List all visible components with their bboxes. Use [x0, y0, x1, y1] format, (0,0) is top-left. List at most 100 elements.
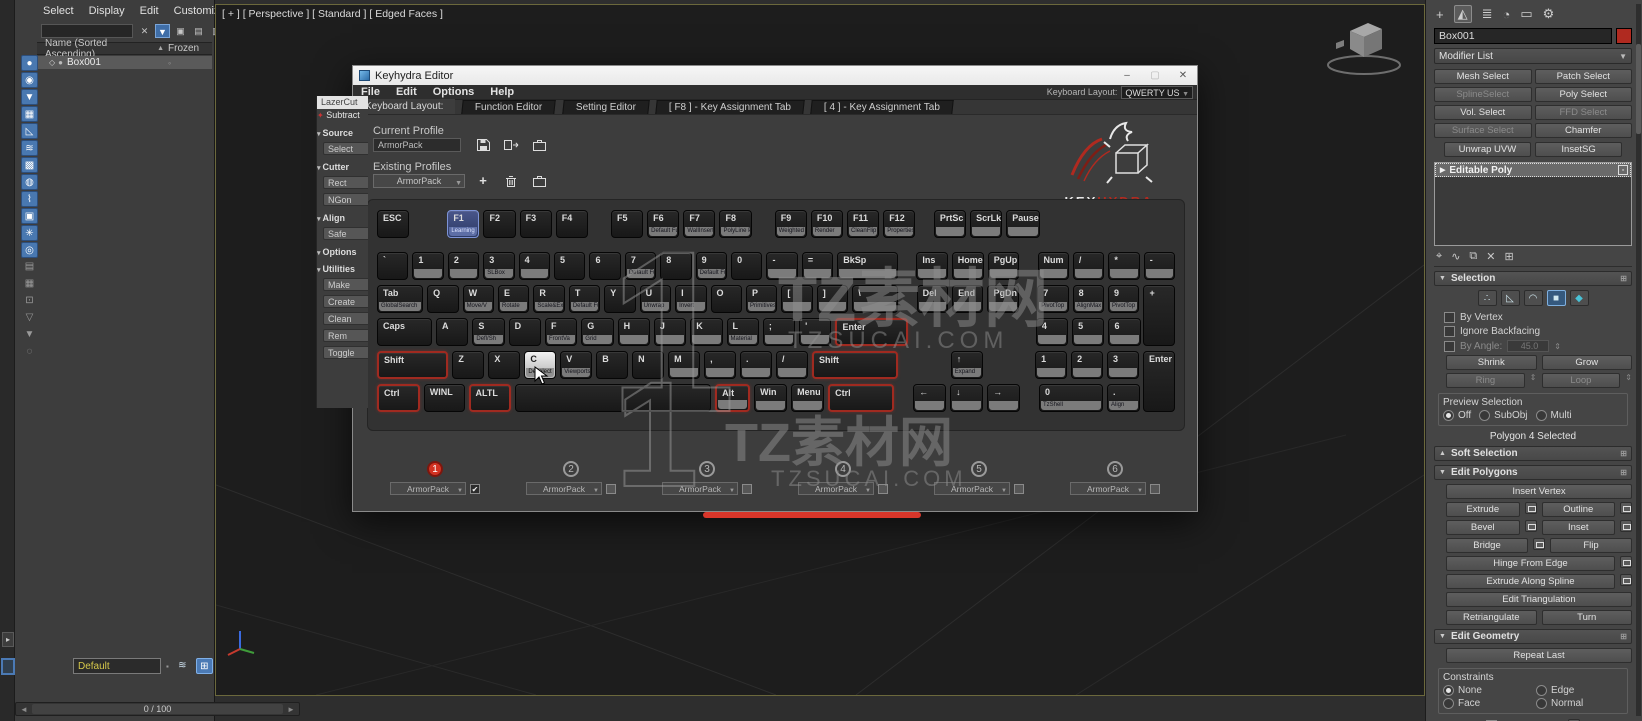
key-pause[interactable]: Pause: [1006, 210, 1040, 238]
key-ctrl[interactable]: Ctrl: [377, 384, 420, 412]
frozen-toggle-icon[interactable]: ◦: [168, 58, 212, 68]
minimize-button[interactable]: –: [1113, 66, 1141, 85]
column-frozen[interactable]: Frozen: [168, 43, 212, 54]
stack-item-icon[interactable]: ▫: [1618, 165, 1628, 175]
tool-icon-3[interactable]: ▽: [21, 310, 38, 326]
key-f1[interactable]: F1 Learning Interfa: [447, 210, 480, 238]
key-4[interactable]: 4: [1035, 318, 1069, 346]
active-layer-dropdown[interactable]: Default: [73, 658, 161, 674]
rollout-soft-selection[interactable]: ▲ Soft Selection ⊞: [1434, 446, 1632, 461]
flip-button[interactable]: Flip: [1550, 538, 1632, 553]
profile-slot-checkbox-2[interactable]: [606, 483, 616, 494]
key-t[interactable]: T Default Function: [568, 285, 601, 313]
expand-icon[interactable]: ▶: [1440, 166, 1445, 174]
dialog-titlebar[interactable]: Keyhydra Editor – ▢ ✕: [353, 66, 1197, 85]
edit-triangulation-button[interactable]: Edit Triangulation: [1446, 592, 1632, 607]
retriangulate-button[interactable]: Retriangulate: [1446, 610, 1537, 625]
key-6[interactable]: 6: [589, 252, 621, 280]
key-8[interactable]: 8: [660, 252, 692, 280]
lazercut-rollout-align[interactable]: ▾ Align: [317, 213, 368, 223]
rollout-edit-geometry[interactable]: ▼ Edit Geometry ⊞: [1434, 629, 1632, 644]
key-f4[interactable]: F4: [555, 210, 588, 238]
tool-icon-0[interactable]: ▤: [21, 259, 38, 275]
profile-slot-number-6[interactable]: 6: [1107, 461, 1123, 477]
layer-flyout-icon[interactable]: ▪: [166, 662, 169, 671]
key-a[interactable]: A: [436, 318, 469, 346]
key-.[interactable]: . Align: [1107, 384, 1141, 412]
key-`[interactable]: `: [377, 252, 409, 280]
time-slider[interactable]: ◄ 0 / 100 ►: [15, 702, 300, 716]
modifier-button-mesh-select[interactable]: Mesh Select: [1434, 69, 1532, 84]
object-name[interactable]: Box001: [67, 57, 168, 68]
key-f7[interactable]: F7 WallInsert: [683, 210, 716, 238]
constraint-face[interactable]: Face: [1443, 698, 1530, 709]
modifier-button-surface-select[interactable]: Surface Select: [1434, 123, 1532, 138]
layer-explorer-icon[interactable]: ⊞: [195, 658, 213, 674]
lazercut-rollout-source[interactable]: ▾ Source: [317, 128, 368, 138]
key-space[interactable]: [515, 384, 712, 412]
timeline-track[interactable]: 0 / 100: [32, 704, 283, 714]
tool-icon-2[interactable]: ⊡: [21, 293, 38, 309]
key-shift[interactable]: Shift: [811, 351, 899, 379]
tab-function-editor[interactable]: Function Editor: [461, 100, 557, 114]
border-mode-icon[interactable]: ◠: [1523, 290, 1543, 306]
loop-button[interactable]: Loop: [1541, 373, 1621, 388]
modifier-button-vol-select[interactable]: Vol. Select: [1434, 105, 1532, 120]
key-5[interactable]: 5: [1072, 318, 1105, 346]
filter-icon-8[interactable]: ⌇: [21, 191, 38, 207]
rollout-edit-polygons[interactable]: ▼ Edit Polygons ⊞: [1434, 465, 1632, 480]
explorer-menu-select[interactable]: Select: [43, 5, 74, 17]
radio-icon[interactable]: [1479, 410, 1491, 421]
export-profile-icon[interactable]: [503, 138, 519, 152]
lock-icon[interactable]: ▣: [173, 24, 188, 38]
lazercut-rollout-cutter[interactable]: ▾ Cutter: [317, 162, 368, 172]
key-f12[interactable]: F12 Properties: [883, 210, 916, 238]
key-p[interactable]: P Primitives: [745, 285, 778, 313]
object-color-swatch[interactable]: [1616, 28, 1632, 44]
outline-settings-icon[interactable]: [1620, 502, 1632, 514]
profile-case-icon[interactable]: [531, 138, 547, 152]
tool-icon-1[interactable]: ▦: [21, 276, 38, 292]
key-b[interactable]: B: [596, 351, 629, 379]
keyboard-layout-dropdown[interactable]: QWERTY US ▼: [1121, 85, 1193, 99]
key-/[interactable]: /: [775, 351, 808, 379]
constraint-none[interactable]: None: [1443, 685, 1530, 696]
hinge-from-edge-button[interactable]: Hinge From Edge: [1446, 556, 1615, 571]
shrink-button[interactable]: Shrink: [1446, 355, 1537, 370]
key-esc[interactable]: ESC: [377, 210, 410, 238]
key-pgup[interactable]: PgUp: [987, 252, 1020, 280]
constraint-normal[interactable]: Normal: [1536, 698, 1623, 709]
key-bksp[interactable]: BkSp: [837, 252, 899, 280]
extrude-along-spline-settings-icon[interactable]: [1620, 574, 1632, 586]
key-9[interactable]: 9 PivotTop: [1108, 285, 1140, 313]
key--[interactable]: -: [1143, 252, 1176, 280]
layers-icon[interactable]: ≋: [174, 658, 191, 674]
key-;[interactable]: ;: [762, 318, 796, 346]
key-ins[interactable]: Ins: [916, 252, 948, 280]
profile-slot-dropdown-2[interactable]: ArmorPack ▼: [526, 482, 602, 495]
key-caps[interactable]: Caps: [377, 318, 433, 346]
key-←[interactable]: ←: [913, 384, 947, 412]
bevel-settings-icon[interactable]: [1524, 520, 1537, 532]
modifier-button-patch-select[interactable]: Patch Select: [1534, 69, 1632, 84]
modifier-button-unwrap-uvw[interactable]: Unwrap UVW: [1443, 142, 1531, 157]
by-vertex-checkbox[interactable]: [1444, 312, 1455, 323]
tab-4-key-assignment[interactable]: [ 4 ] - Key Assignment Tab: [810, 100, 954, 114]
key-*[interactable]: *: [1108, 252, 1140, 280]
close-button[interactable]: ✕: [1169, 66, 1197, 85]
grow-button[interactable]: Grow: [1541, 355, 1632, 370]
key-0[interactable]: 0: [731, 252, 763, 280]
profile-slot-checkbox-5[interactable]: [1014, 483, 1024, 494]
modifier-button-splineselect[interactable]: SplineSelect: [1434, 87, 1532, 102]
modifier-button-ffd-select[interactable]: FFD Select: [1534, 105, 1632, 120]
key-\[interactable]: \: [852, 285, 899, 313]
lazercut-rollout-options[interactable]: ▾ Options: [317, 247, 368, 257]
ignore-backfacing-checkbox[interactable]: [1444, 326, 1455, 337]
key-menu[interactable]: Menu: [791, 384, 825, 412]
key-scrlk[interactable]: ScrLk: [970, 210, 1003, 238]
filter-icon-2[interactable]: ▼: [21, 89, 38, 105]
key-s[interactable]: S Defl/Sh: [472, 318, 505, 346]
key-5[interactable]: 5: [554, 252, 586, 280]
key-][interactable]: ]: [816, 285, 849, 313]
key-o[interactable]: O: [710, 285, 742, 313]
